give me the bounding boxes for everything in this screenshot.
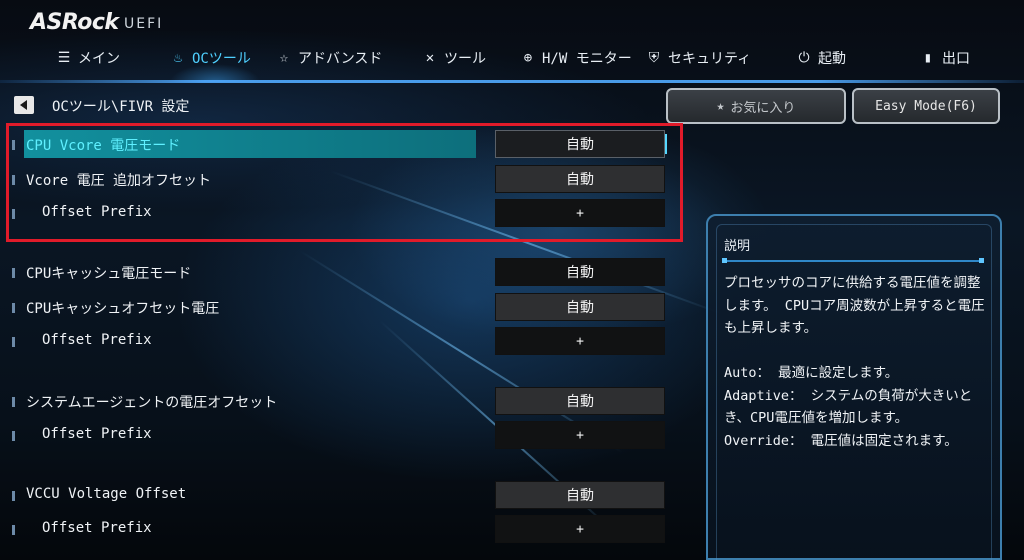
tab-main[interactable]: ☰ メイン [56, 48, 120, 68]
list-icon: ☰ [57, 50, 71, 66]
uefi-label: UEFI [124, 16, 164, 32]
setting-label: Offset Prefix [42, 332, 152, 348]
setting-value[interactable]: 自動 [495, 293, 665, 321]
row-marker [12, 525, 15, 535]
easy-mode-label: Easy Mode(F6) [875, 98, 977, 114]
tab-label: メイン [78, 51, 120, 67]
setting-value[interactable]: 自動 [495, 165, 665, 193]
tab-exit[interactable]: ▮ 出口 [920, 48, 970, 68]
setting-value[interactable]: + [495, 515, 665, 543]
setting-value[interactable]: 自動 [495, 481, 665, 509]
row-marker [12, 140, 15, 150]
tab-label: H/W モニター [542, 51, 632, 67]
setting-value[interactable]: + [495, 199, 665, 227]
description-panel: 説明 プロセッサのコアに供給する電圧値を調整します。 CPUコア周波数が上昇する… [706, 214, 1002, 560]
setting-label: Offset Prefix [42, 520, 152, 536]
row-marker [12, 175, 15, 185]
tab-label: ツール [444, 51, 486, 67]
tab-boot[interactable]: ⏻ 起動 [796, 48, 846, 68]
back-button[interactable] [14, 96, 34, 114]
setting-vcore-offset[interactable]: Vcore 電圧 追加オフセット 自動 [0, 164, 680, 194]
setting-vcore-offset-prefix[interactable]: Offset Prefix + [0, 198, 680, 228]
tab-label: 出口 [942, 51, 970, 67]
setting-value[interactable]: 自動 [495, 387, 665, 415]
setting-value[interactable]: 自動 [495, 130, 667, 158]
setting-system-agent-offset-prefix[interactable]: Offset Prefix + [0, 420, 680, 450]
setting-label: Offset Prefix [42, 204, 152, 220]
shield-icon: ⛨ [648, 50, 660, 66]
row-marker [12, 303, 15, 313]
tab-oc-tools[interactable]: ♨ OCツール [170, 48, 251, 68]
setting-label: Vcore 電圧 追加オフセット [26, 173, 212, 189]
setting-label: VCCU Voltage Offset [26, 486, 187, 502]
setting-cpu-cache-offset[interactable]: CPUキャッシュオフセット電圧 自動 [0, 292, 680, 322]
description-divider [722, 258, 984, 263]
tab-label: 起動 [818, 51, 846, 67]
tab-advanced[interactable]: ☆ アドバンスド [276, 48, 383, 68]
tab-label: アドバンスド [298, 51, 383, 67]
row-marker [12, 491, 15, 501]
main-nav: ☰ メイン ♨ OCツール ☆ アドバンスド ✕ ツール ⊕ H/W モニター … [0, 40, 1024, 82]
row-marker [12, 337, 15, 347]
favorites-button[interactable]: ★ お気に入り [666, 88, 846, 124]
setting-vccu-offset[interactable]: VCCU Voltage Offset 自動 [0, 480, 680, 510]
row-marker [12, 431, 15, 441]
favorites-label: お気に入り [730, 100, 796, 116]
tab-security[interactable]: ⛨ セキュリティ [646, 48, 751, 68]
row-marker [12, 397, 15, 407]
setting-label: CPU Vcore 電圧モード [26, 138, 181, 154]
setting-label: Offset Prefix [42, 426, 152, 442]
star-icon: ★ [716, 98, 725, 114]
tab-tools[interactable]: ✕ ツール [422, 48, 486, 68]
breadcrumb: OCツール\FIVR 設定 [52, 99, 190, 115]
setting-value[interactable]: + [495, 327, 665, 355]
description-text: プロセッサのコアに供給する電圧値を調整します。 CPUコア周波数が上昇すると電圧… [724, 275, 985, 449]
setting-cpu-cache-offset-prefix[interactable]: Offset Prefix + [0, 326, 680, 356]
easy-mode-button[interactable]: Easy Mode(F6) [852, 88, 1000, 124]
setting-label: CPUキャッシュ電圧モード [26, 266, 192, 282]
setting-value[interactable]: + [495, 421, 665, 449]
nav-divider [0, 80, 1024, 83]
row-marker [12, 209, 15, 219]
exit-door-icon: ▮ [923, 50, 933, 66]
star-icon: ☆ [279, 50, 289, 66]
setting-vccu-offset-prefix[interactable]: Offset Prefix + [0, 514, 680, 544]
setting-cpu-vcore-mode[interactable]: CPU Vcore 電圧モード 自動 [0, 129, 680, 159]
setting-cpu-cache-voltage-mode[interactable]: CPUキャッシュ電圧モード 自動 [0, 257, 680, 287]
row-marker [12, 268, 15, 278]
tab-label: OCツール [192, 51, 251, 67]
setting-system-agent-offset[interactable]: システムエージェントの電圧オフセット 自動 [0, 386, 680, 416]
description-title: 説明 [724, 239, 751, 254]
tab-hw-monitor[interactable]: ⊕ H/W モニター [520, 48, 632, 68]
asrock-logo: ASRock [30, 10, 119, 35]
setting-label: システムエージェントの電圧オフセット [26, 395, 278, 411]
power-icon: ⏻ [798, 50, 810, 66]
tab-label: セキュリティ [668, 51, 752, 67]
target-icon: ⊕ [523, 50, 533, 66]
setting-label: CPUキャッシュオフセット電圧 [26, 301, 220, 317]
flame-icon: ♨ [173, 50, 183, 66]
tools-icon: ✕ [425, 50, 435, 66]
setting-value[interactable]: 自動 [495, 258, 665, 286]
